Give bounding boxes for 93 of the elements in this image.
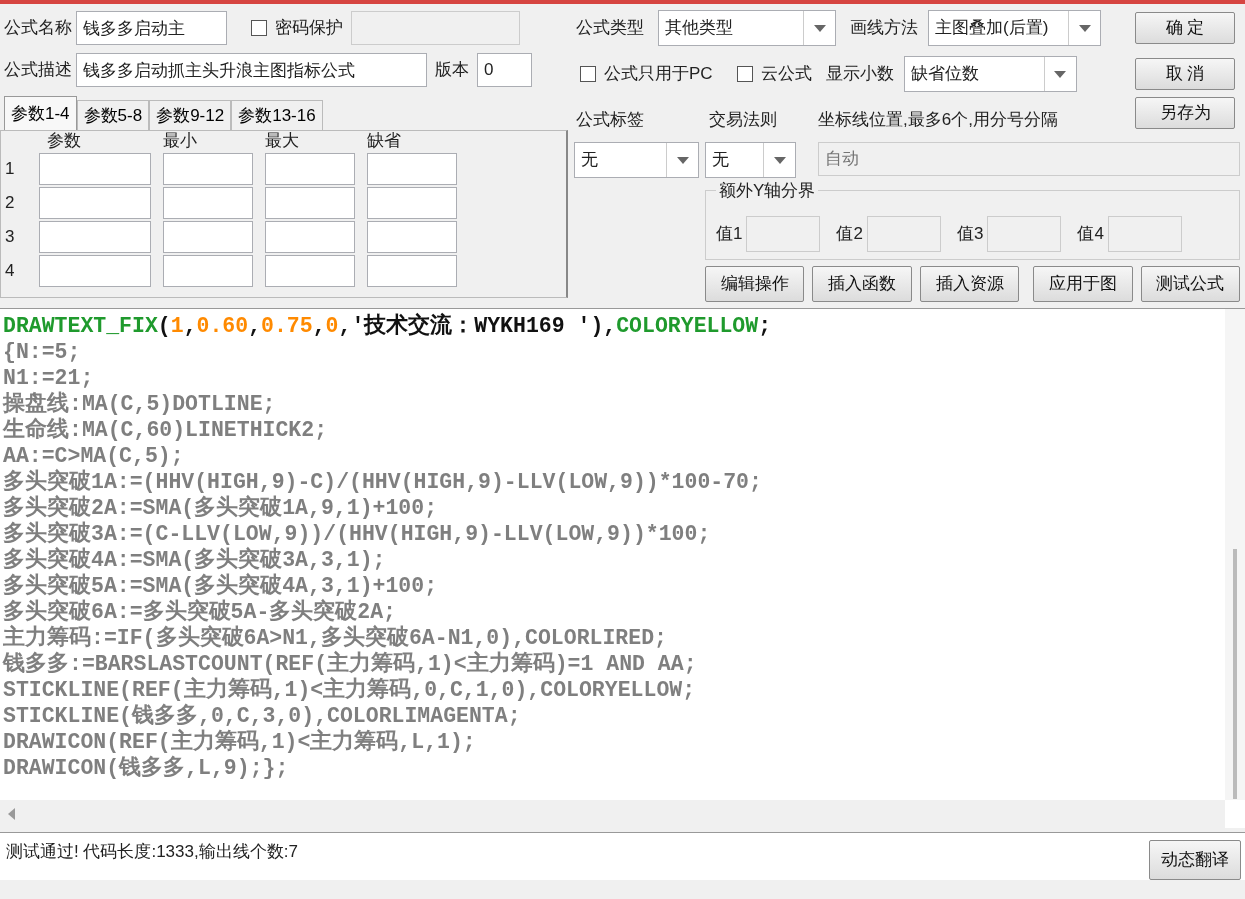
parameter-field[interactable] xyxy=(163,221,253,253)
parameter-field[interactable] xyxy=(265,187,355,219)
translate-button[interactable]: 动态翻译 xyxy=(1149,840,1241,880)
parameter-field[interactable] xyxy=(265,255,355,287)
parameter-tab[interactable]: 参数5-8 xyxy=(76,100,150,130)
field-label: 公式类型 xyxy=(575,17,645,40)
field-label: 公式标签 xyxy=(575,108,645,131)
row-number: 4 xyxy=(5,260,16,283)
parameter-field[interactable] xyxy=(39,187,151,219)
parameter-field[interactable] xyxy=(163,153,253,185)
scroll-left-icon[interactable] xyxy=(8,808,16,820)
action-button[interactable]: 插入资源 xyxy=(919,266,1020,302)
code-line: 多头突破6A:=多头突破5A-多头突破2A; xyxy=(3,599,398,625)
caret-icon xyxy=(1054,70,1067,78)
checkbox-label: 云公式 xyxy=(759,63,813,86)
checkbox-label: 公式只用于PC xyxy=(603,63,714,86)
caret-icon xyxy=(1078,24,1091,32)
type-dropdown[interactable]: 其他类型 xyxy=(658,10,836,46)
parameter-tab[interactable]: 参数1-4 xyxy=(4,96,77,130)
row-number: 1 xyxy=(5,158,16,181)
horizontal-scrollbar[interactable] xyxy=(0,800,1225,828)
action-button[interactable]: 编辑操作 xyxy=(705,266,805,302)
action-button[interactable]: 插入函数 xyxy=(812,266,912,302)
caret-icon xyxy=(813,24,826,32)
field-label: 版本 xyxy=(434,59,470,82)
draw-method-dropdown[interactable]: 主图叠加(后置) xyxy=(928,10,1101,46)
code-line: 钱多多:=BARSLASTCOUNT(REF(主力筹码,1)<主力筹码)=1 AND AA; xyxy=(3,651,698,677)
field-label: 显示小数 xyxy=(824,63,895,86)
field-label: 值2 xyxy=(835,223,864,246)
option-checkbox[interactable] xyxy=(580,66,596,82)
status-message: 测试通过! 代码长度:1333,输出线个数:7 xyxy=(5,841,299,863)
description-field[interactable]: 钱多多启动抓主头升浪主图指标公式 xyxy=(76,53,427,87)
code-line: 操盘线:MA(C,5)DOTLINE; xyxy=(3,391,277,417)
parameter-field[interactable] xyxy=(163,187,253,219)
code-line: {N:=5; xyxy=(3,339,82,365)
tag-dropdown[interactable]: 无 xyxy=(574,142,699,178)
parameter-tab[interactable]: 参数9-12 xyxy=(149,100,232,130)
field-label: 画线方法 xyxy=(849,17,919,40)
code-line: DRAWICON(钱多多,L,9);}; xyxy=(3,755,290,781)
action-button[interactable]: 测试公式 xyxy=(1140,266,1241,302)
dialog-button[interactable]: 另存为 xyxy=(1135,97,1235,129)
version-field[interactable]: 0 xyxy=(477,53,532,87)
dialog-button[interactable]: 确 定 xyxy=(1135,12,1235,44)
name-field[interactable]: 钱多多启动主 xyxy=(76,11,227,45)
code-line: 多头突破4A:=SMA(多头突破3A,3,1); xyxy=(3,547,387,573)
parameter-field[interactable] xyxy=(367,255,457,287)
caret-icon xyxy=(773,156,786,164)
code-line: 多头突破5A:=SMA(多头突破4A,3,1)+100; xyxy=(3,573,439,599)
parameter-field[interactable] xyxy=(265,221,355,253)
parameter-tab[interactable]: 参数13-16 xyxy=(231,100,323,130)
dialog-button[interactable]: 取 消 xyxy=(1135,58,1235,90)
code-line: 主力筹码:=IF(多头突破6A>N1,多头突破6A-N1,0),COLORLIRED; xyxy=(3,625,668,651)
code-editor[interactable] xyxy=(0,308,1245,828)
column-header: 最小 xyxy=(163,131,198,151)
column-header: 缺省 xyxy=(367,131,402,151)
vertical-scrollbar[interactable] xyxy=(1225,309,1245,800)
parameter-field[interactable] xyxy=(367,153,457,185)
checkbox-label: 密码保护 xyxy=(274,17,344,40)
code-line: 多头突破1A:=(HHV(HIGH,9)-C)/(HHV(HIGH,9)-LLV(LOW,9))*100-70; xyxy=(3,469,763,495)
code-line: DRAWICON(REF(主力筹码,1)<主力筹码,L,1); xyxy=(3,729,477,755)
field-label: 值1 xyxy=(716,223,744,246)
parameter-field[interactable] xyxy=(367,221,457,253)
parameter-field[interactable] xyxy=(367,187,457,219)
code-line: DRAWTEXT_FIX(1,0.60,0.75,0,'技术交流：WYKH169 '),COLORYELLOW; xyxy=(3,313,773,339)
decimals-dropdown[interactable]: 缺省位数 xyxy=(903,56,1077,92)
code-line: STICKLINE(REF(主力筹码,1)<主力筹码,0,C,1,0),COLORYELLOW; xyxy=(3,677,697,703)
parameter-field[interactable] xyxy=(265,153,355,185)
field-label: 公式名称 xyxy=(3,17,73,40)
code-line: AA:=C>MA(C,5); xyxy=(3,443,185,469)
field-label: 值4 xyxy=(1076,223,1105,246)
code-line: STICKLINE(钱多多,0,C,3,0),COLORLIMAGENTA; xyxy=(3,703,522,729)
trade-rule-dropdown[interactable]: 无 xyxy=(705,142,796,178)
code-line: N1:=21; xyxy=(3,365,95,391)
action-button[interactable]: 应用于图 xyxy=(1033,266,1133,302)
row-number: 3 xyxy=(5,226,16,249)
row-number: 2 xyxy=(5,192,16,215)
caret-icon xyxy=(676,156,689,164)
parameter-field[interactable] xyxy=(39,221,151,253)
password-checkbox[interactable] xyxy=(251,20,267,36)
field-label: 交易法则 xyxy=(708,108,778,131)
code-line: 生命线:MA(C,60)LINETHICK2; xyxy=(3,417,329,443)
parameter-field[interactable] xyxy=(39,255,151,287)
field-label: 值3 xyxy=(955,223,985,246)
field-label: 坐标线位置,最多6个,用分号分隔 xyxy=(818,108,1059,131)
column-header: 最大 xyxy=(265,131,300,151)
parameter-field[interactable] xyxy=(163,255,253,287)
code-line: 多头突破3A:=(C-LLV(LOW,9))/(HHV(HIGH,9)-LLV(LOW,9))*100; xyxy=(3,521,712,547)
code-line: 多头突破2A:=SMA(多头突破1A,9,1)+100; xyxy=(3,495,439,521)
parameter-field[interactable] xyxy=(39,153,151,185)
column-header: 参数 xyxy=(46,131,82,151)
option-checkbox[interactable] xyxy=(736,66,753,82)
scrollbar-thumb[interactable] xyxy=(1233,549,1237,799)
field-label: 公式描述 xyxy=(3,59,73,82)
